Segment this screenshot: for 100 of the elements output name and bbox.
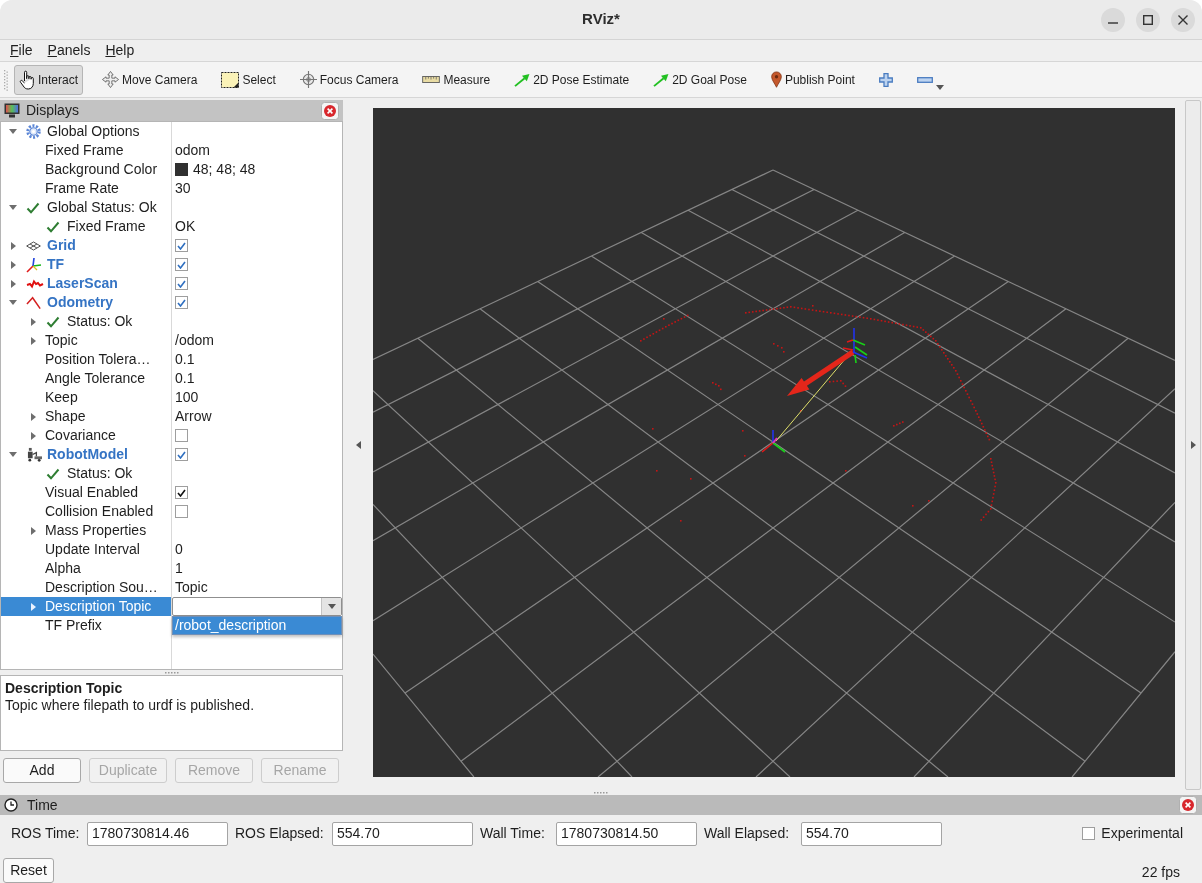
tree-item[interactable]: Angle Tolerance: [1, 369, 171, 388]
caret-down-icon[interactable]: [9, 205, 17, 210]
tree-item[interactable]: Fixed Frame: [1, 141, 171, 160]
check-icon: [177, 488, 186, 497]
plus-icon: [878, 72, 893, 87]
tree-item[interactable]: Description Topic: [1, 597, 171, 616]
monitor-icon: [4, 103, 20, 118]
tree-item[interactable]: Status: Ok: [1, 312, 171, 331]
tree-item[interactable]: Description Sou…: [1, 578, 171, 597]
scan-line-icon: [26, 278, 44, 289]
combo-box[interactable]: [172, 597, 342, 616]
tree-item[interactable]: Global Status: Ok: [1, 198, 171, 217]
caret-down-icon[interactable]: [9, 129, 17, 134]
tool-button[interactable]: Move Camera: [97, 64, 203, 95]
caret-right-icon[interactable]: [30, 412, 36, 421]
tree-item[interactable]: Alpha: [1, 559, 171, 578]
checkbox[interactable]: [175, 505, 188, 518]
tool-button[interactable]: Publish Point: [765, 64, 860, 95]
menu-item[interactable]: Panels: [43, 40, 95, 61]
checkbox[interactable]: [175, 429, 188, 442]
checkbox[interactable]: [175, 296, 188, 309]
panel-button[interactable]: Add: [3, 758, 81, 783]
checkbox[interactable]: [175, 277, 188, 290]
menu-item[interactable]: File: [6, 40, 37, 61]
caret-right-icon[interactable]: [10, 279, 16, 288]
check-icon: [46, 467, 60, 480]
caret-right-icon[interactable]: [30, 526, 36, 535]
property-value: 0.1: [175, 350, 195, 369]
tree-item[interactable]: Collision Enabled: [1, 502, 171, 521]
tool-button[interactable]: Interact: [14, 64, 84, 95]
caret-right-icon[interactable]: [30, 317, 36, 326]
tree-item[interactable]: Topic: [1, 331, 171, 350]
property-value: odom: [175, 141, 211, 160]
caret-down-icon[interactable]: [9, 452, 17, 457]
tool-button[interactable]: Select: [216, 64, 281, 95]
tree-item[interactable]: TF Prefix: [1, 616, 171, 635]
tree-item[interactable]: Covariance: [1, 426, 171, 445]
check-icon: [177, 298, 186, 307]
tree-item[interactable]: RobotModel: [1, 445, 171, 464]
caret-right-icon[interactable]: [10, 260, 16, 269]
checkbox[interactable]: [1082, 827, 1096, 840]
tool-button[interactable]: 2D Pose Estimate: [509, 64, 635, 95]
toolbar-grip-icon[interactable]: [4, 68, 8, 91]
checkbox[interactable]: [175, 239, 188, 252]
diagonal-arrow-icon: [653, 72, 670, 87]
close-button[interactable]: [1171, 7, 1195, 32]
caret-right-icon[interactable]: [30, 431, 36, 440]
checkbox[interactable]: [175, 258, 188, 271]
tree-item[interactable]: Position Tolera…: [1, 350, 171, 369]
tree-item[interactable]: Update Interval: [1, 540, 171, 559]
property-value: 30: [175, 179, 191, 198]
tree-item[interactable]: LaserScan: [1, 274, 171, 293]
maximize-button[interactable]: [1136, 7, 1160, 32]
tree-item[interactable]: Frame Rate: [1, 179, 171, 198]
crosshair-icon: [299, 71, 317, 88]
dropdown-option[interactable]: /robot_description: [173, 617, 341, 634]
caret-down-icon[interactable]: [9, 300, 17, 305]
tree-item[interactable]: Background Color: [1, 160, 171, 179]
caret-right-icon[interactable]: [10, 241, 16, 250]
close-icon: [1178, 14, 1188, 25]
tree-item[interactable]: TF: [1, 255, 171, 274]
time-field[interactable]: 1780730814.46: [87, 821, 228, 846]
tree-item[interactable]: Status: Ok: [1, 464, 171, 483]
tree-item[interactable]: Keep: [1, 388, 171, 407]
reset-button[interactable]: Reset: [3, 858, 54, 883]
tool-button[interactable]: Focus Camera: [294, 64, 404, 95]
close-icon[interactable]: [321, 101, 339, 120]
tree-item[interactable]: Grid: [1, 236, 171, 255]
tool-button[interactable]: 2D Goal Pose: [648, 64, 752, 95]
hand-pointer-icon: [19, 69, 35, 90]
checkbox[interactable]: [175, 448, 188, 461]
splitter-grip-icon[interactable]: [163, 671, 180, 674]
close-icon[interactable]: [1179, 796, 1197, 814]
gear-icon: [26, 124, 41, 139]
caret-down-icon: [327, 604, 336, 609]
field-label: ROS Elapsed:: [235, 824, 324, 843]
caret-left-icon[interactable]: [355, 441, 361, 449]
tree-item[interactable]: Mass Properties: [1, 521, 171, 540]
tree-item[interactable]: Fixed Frame: [1, 217, 171, 236]
move-arrows-icon: [102, 71, 120, 88]
grid-icon: [26, 240, 41, 251]
tree-item[interactable]: Odometry: [1, 293, 171, 312]
checkbox[interactable]: [175, 486, 188, 499]
time-field[interactable]: 1780730814.50: [556, 821, 697, 846]
tree-item[interactable]: Global Options: [1, 122, 171, 141]
caret-right-icon[interactable]: [30, 336, 36, 345]
minimize-button[interactable]: [1101, 7, 1125, 32]
tree-item[interactable]: Shape: [1, 407, 171, 426]
tree-item[interactable]: Visual Enabled: [1, 483, 171, 502]
panel-title: Time: [27, 795, 58, 815]
axes-icon: [26, 256, 42, 273]
fps-label: 22 fps: [1141, 863, 1180, 882]
pose-arrow: [787, 349, 855, 396]
menu-item[interactable]: Help: [101, 40, 139, 61]
time-field[interactable]: 554.70: [332, 821, 473, 846]
caret-right-icon[interactable]: [30, 602, 36, 611]
time-field[interactable]: 554.70: [801, 821, 942, 846]
side-panel-handle[interactable]: [1185, 100, 1201, 790]
dropdown-button[interactable]: [321, 598, 341, 615]
tool-button[interactable]: Measure: [417, 64, 496, 95]
